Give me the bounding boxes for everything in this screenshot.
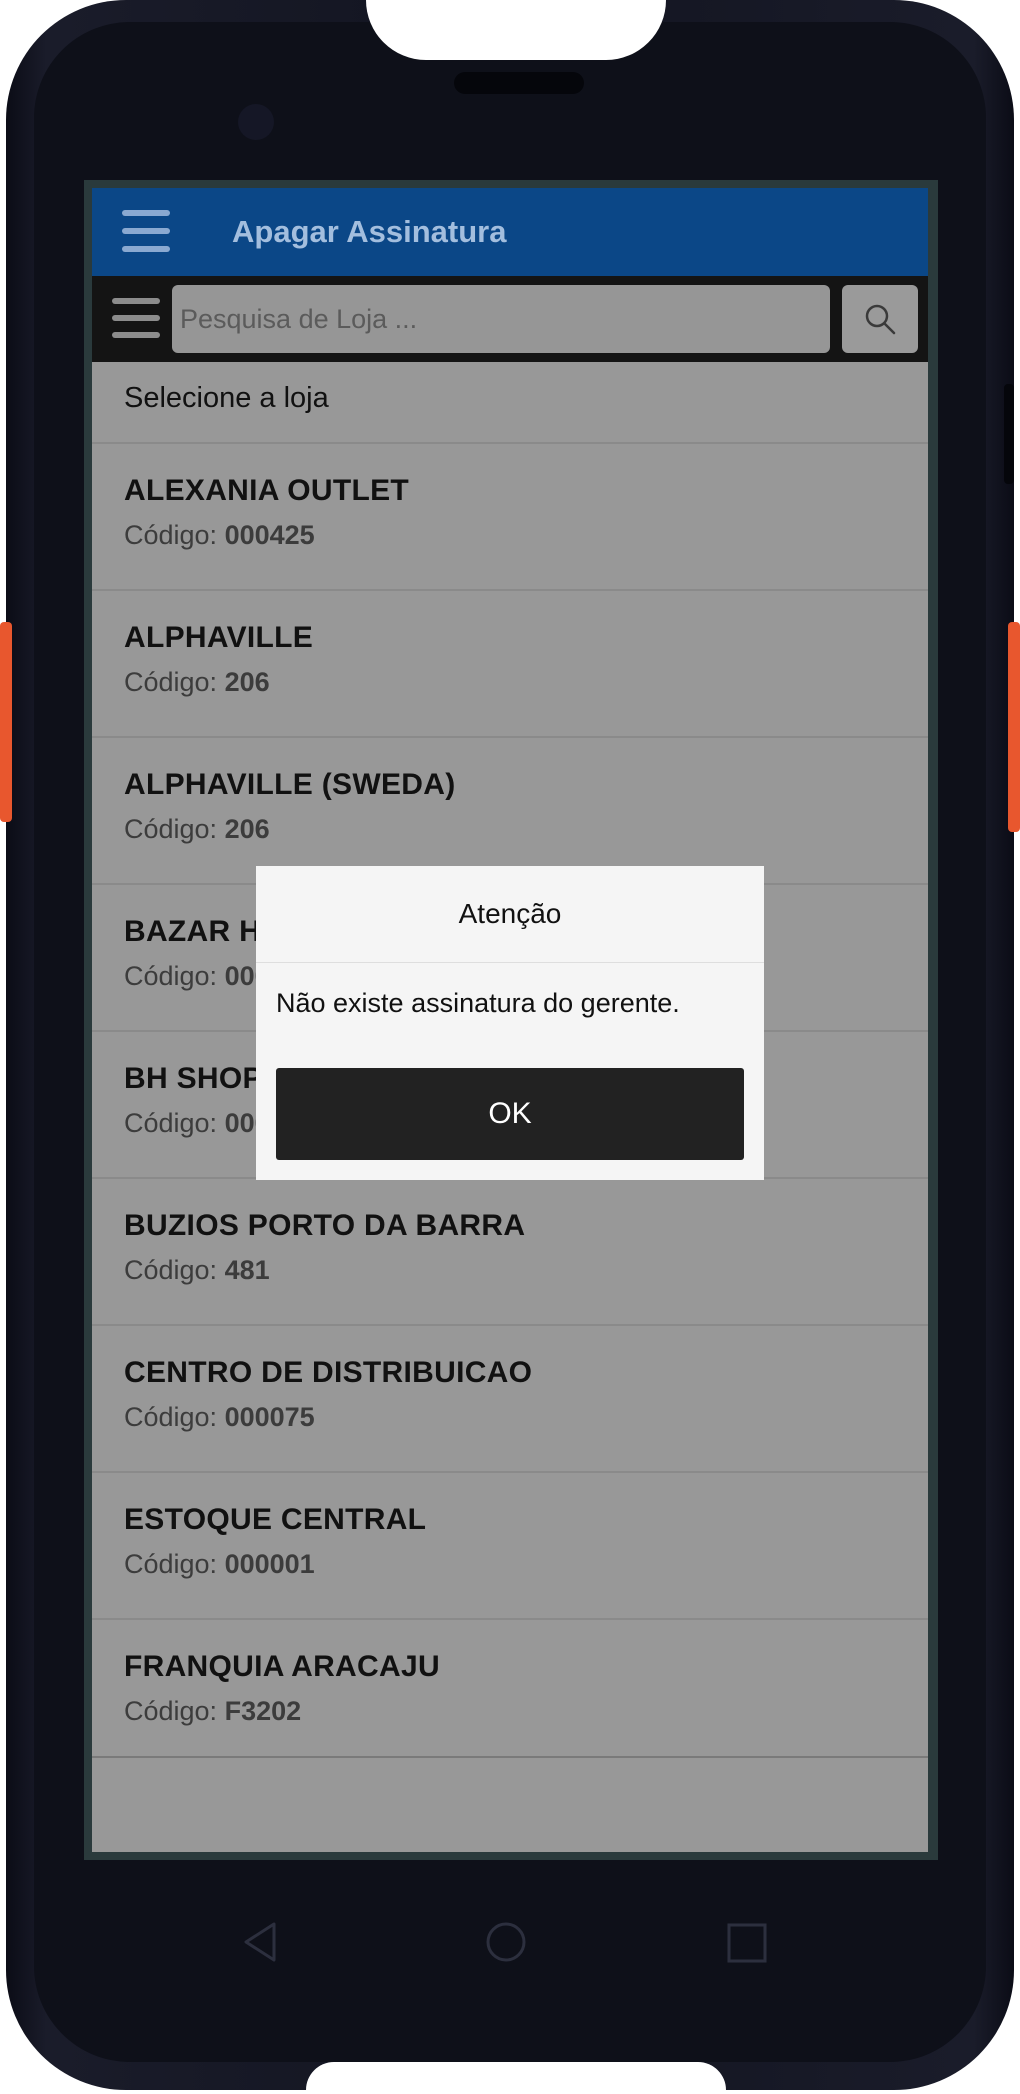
system-nav-bar <box>0 1880 1020 2010</box>
list-item[interactable]: ALPHAVILLE (SWEDA) Código: 206 <box>92 736 928 883</box>
filter-menu-icon[interactable] <box>112 298 160 340</box>
dialog-title: Atenção <box>458 898 562 929</box>
store-code: Código: 000075 <box>124 1402 315 1432</box>
front-camera <box>238 104 274 140</box>
home-icon[interactable] <box>484 1920 528 1964</box>
ok-button[interactable]: OK <box>276 1068 744 1160</box>
power-button <box>1004 384 1014 484</box>
earpiece-speaker <box>454 72 584 94</box>
store-code: Código: 481 <box>124 1255 270 1285</box>
store-name: BUZIOS PORTO DA BARRA <box>124 1209 526 1242</box>
page-title: Apagar Assinatura <box>232 214 507 249</box>
store-name: ALEXANIA OUTLET <box>124 474 410 507</box>
store-code: Código: F3202 <box>124 1696 302 1726</box>
store-code: Código: 000001 <box>124 1549 315 1579</box>
search-button[interactable] <box>842 285 918 353</box>
store-name: CENTRO DE DISTRIBUICAO <box>124 1356 533 1389</box>
bottom-notch <box>306 2062 726 2090</box>
store-name: FRANQUIA ARACAJU <box>124 1650 440 1683</box>
dialog-message: Não existe assinatura do gerente. <box>276 988 680 1018</box>
alert-dialog: Atenção Não existe assinatura do gerente… <box>256 866 764 1180</box>
back-icon[interactable] <box>240 1920 280 1964</box>
list-item[interactable]: ALEXANIA OUTLET Código: 000425 <box>92 442 928 589</box>
list-item[interactable]: CENTRO DE DISTRIBUICAO Código: 000075 <box>92 1324 928 1471</box>
app-bar: Apagar Assinatura <box>92 188 928 276</box>
right-side-button <box>1008 622 1020 832</box>
store-name: ALPHAVILLE (SWEDA) <box>124 768 456 801</box>
store-code: Código: 000 <box>124 1108 270 1138</box>
left-side-button <box>0 622 12 822</box>
recent-apps-icon[interactable] <box>726 1922 768 1964</box>
search-input[interactable] <box>172 285 830 353</box>
search-bar <box>92 276 928 362</box>
list-item[interactable]: FRANQUIA ARACAJU Código: F3202 <box>92 1618 928 1758</box>
list-item[interactable]: ESTOQUE CENTRAL Código: 000001 <box>92 1471 928 1618</box>
store-code: Código: 206 <box>124 667 270 697</box>
list-heading: Selecione a loja <box>124 382 329 414</box>
list-item[interactable]: ALPHAVILLE Código: 206 <box>92 589 928 736</box>
store-name: ALPHAVILLE <box>124 621 314 654</box>
store-code: Código: 000425 <box>124 520 315 550</box>
top-notch <box>366 0 666 60</box>
store-name: ESTOQUE CENTRAL <box>124 1503 427 1536</box>
dialog-divider <box>256 962 764 963</box>
store-code: Código: 206 <box>124 814 270 844</box>
search-icon <box>865 304 896 335</box>
hamburger-menu-icon[interactable] <box>122 210 170 254</box>
list-item[interactable]: BUZIOS PORTO DA BARRA Código: 481 <box>92 1177 928 1324</box>
